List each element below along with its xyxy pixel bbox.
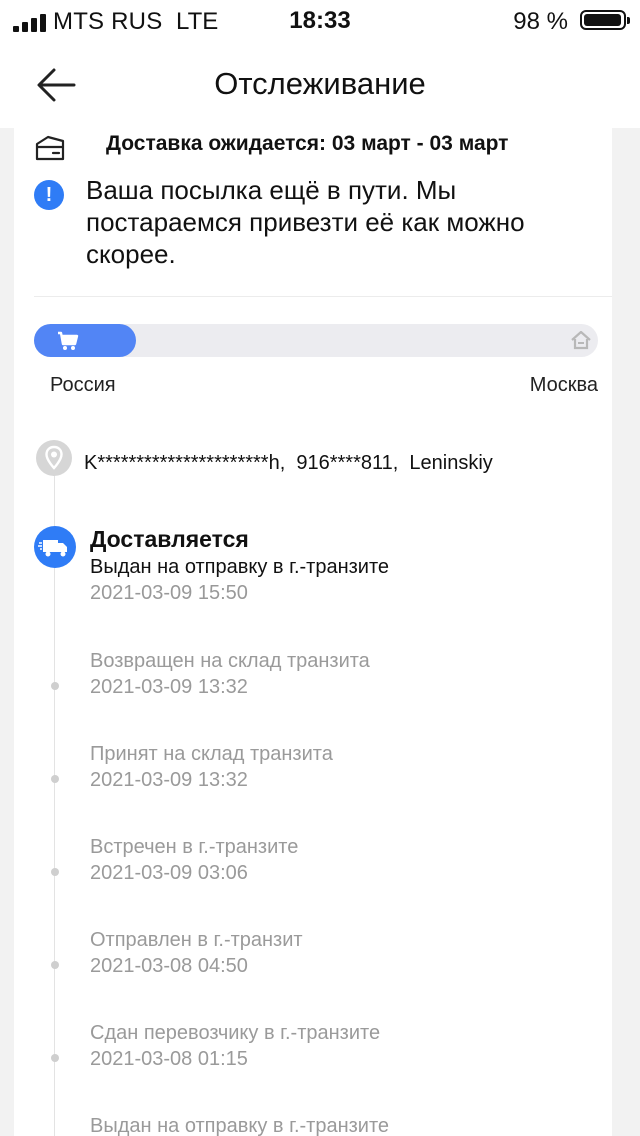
cart-icon (58, 331, 79, 350)
delivery-progress-bar (34, 324, 598, 357)
current-description: Выдан на отправку в г.-транзите (90, 556, 390, 578)
delivery-box-icon (35, 135, 65, 161)
timeline-event: Встречен в г.-транзите 2021-03-09 03:06 (14, 836, 612, 906)
event-time: 2021-03-09 13:32 (90, 769, 248, 791)
tracking-screen: MTS RUS LTE 18:33 98 % Отслеживание Дост… (0, 0, 640, 1136)
timeline-dot (51, 682, 59, 690)
timeline-dot (51, 868, 59, 876)
timeline-dot (51, 1054, 59, 1062)
current-time: 2021-03-09 15:50 (90, 582, 248, 604)
current-status: Доставляется (90, 526, 249, 552)
truck-icon (34, 526, 76, 568)
event-description: Встречен в г.-транзите (90, 836, 299, 858)
page-title: Отслеживание (214, 66, 426, 101)
event-time: 2021-03-08 01:15 (90, 1048, 248, 1070)
status-bar: MTS RUS LTE 18:33 98 % (0, 0, 640, 42)
info-icon: ! (34, 180, 64, 210)
event-description: Возвращен на склад транзита (90, 650, 370, 672)
battery-fill (584, 14, 622, 26)
expected-delivery-text: Доставка ожидается: 03 март - 03 март (106, 132, 509, 155)
expected-delivery-row: Доставка ожидается: 03 март - 03 март (14, 128, 612, 168)
event-time: 2021-03-09 13:32 (90, 676, 248, 698)
location-pin-icon (36, 440, 72, 476)
battery-percent: 98 % (513, 8, 568, 35)
event-time: 2021-03-09 03:06 (90, 862, 248, 884)
destination-label: Москва (529, 374, 598, 396)
timeline-dot (51, 961, 59, 969)
event-description: Выдан на отправку в г.-транзите (90, 1115, 390, 1136)
divider (34, 296, 612, 297)
notice-text: Ваша посылка ещё в пути. Мы постараемся … (86, 175, 525, 269)
origin-label: Россия (50, 374, 116, 396)
event-description: Сдан перевозчику в г.-транзите (90, 1022, 381, 1044)
delivery-address: K**********************h, 916****811, Le… (84, 452, 493, 474)
timeline-dot (51, 775, 59, 783)
timeline-event: Отправлен в г.-транзит 2021-03-08 04:50 (14, 929, 612, 999)
event-description: Принят на склад транзита (90, 743, 333, 765)
home-icon (571, 330, 591, 350)
event-time: 2021-03-08 04:50 (90, 955, 248, 977)
timeline-event: Возвращен на склад транзита 2021-03-09 1… (14, 650, 612, 720)
timeline-event: Выдан на отправку в г.-транзите (14, 1115, 612, 1136)
timeline-event: Принят на склад транзита 2021-03-09 13:3… (14, 743, 612, 813)
battery-icon (580, 10, 630, 30)
tracking-card: Доставка ожидается: 03 март - 03 март ! … (14, 128, 612, 1136)
progress-fill (34, 324, 136, 357)
nav-header: Отслеживание (0, 42, 640, 128)
timeline-event: Сдан перевозчику в г.-транзите 2021-03-0… (14, 1022, 612, 1092)
event-description: Отправлен в г.-транзит (90, 929, 303, 951)
